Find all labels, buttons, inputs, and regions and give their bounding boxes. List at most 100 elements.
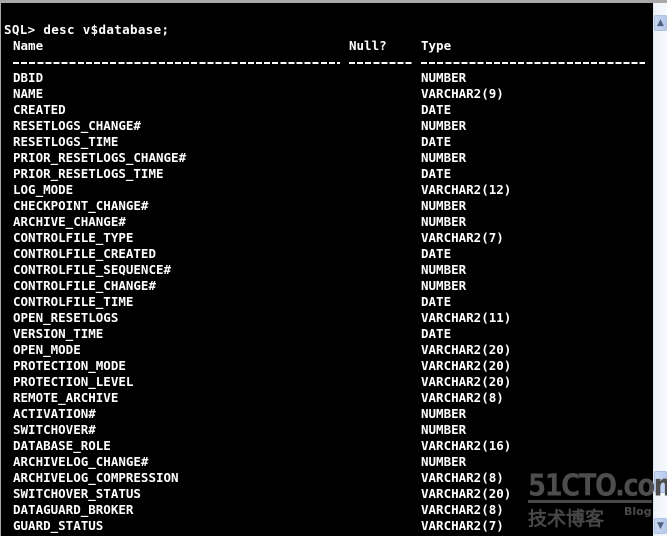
table-row: DATABASE_ROLE VARCHAR2(16): [1, 438, 655, 454]
column-type: NUMBER: [421, 278, 467, 293]
command-text: desc v$database;: [43, 22, 170, 37]
table-row: ARCHIVE_CHANGE# NUMBER: [1, 214, 655, 230]
column-name: GUARD_STATUS: [13, 518, 104, 533]
scroll-down-button[interactable]: ▼: [654, 518, 667, 534]
column-type: VARCHAR2(7): [421, 518, 504, 533]
table-row: PRIOR_RESETLOGS_CHANGE# NUMBER: [1, 150, 655, 166]
column-type: NUMBER: [421, 150, 467, 165]
table-row: PROTECTION_MODE VARCHAR2(20): [1, 358, 655, 374]
chevron-up-icon: ▲: [657, 18, 664, 28]
column-name: CONTROLFILE_SEQUENCE#: [13, 262, 172, 277]
sqlplus-console-window: SQL> desc v$database; Name Null? Type DB…: [0, 0, 667, 536]
column-name: CREATED: [13, 102, 66, 117]
table-row: CONTROLFILE_CHANGE# NUMBER: [1, 278, 655, 294]
column-name: VERSION_TIME: [13, 326, 104, 341]
table-row: PROTECTION_LEVEL VARCHAR2(20): [1, 374, 655, 390]
column-type: VARCHAR2(20): [421, 374, 512, 389]
column-type: VARCHAR2(20): [421, 486, 512, 501]
column-name: ARCHIVE_CHANGE#: [13, 214, 126, 229]
column-type: VARCHAR2(20): [421, 358, 512, 373]
command-line: SQL> desc v$database;: [4, 22, 169, 38]
column-name: NAME: [13, 86, 44, 101]
column-type: NUMBER: [421, 214, 467, 229]
column-type: DATE: [421, 326, 452, 341]
table-row: PRIOR_RESETLOGS_TIME DATE: [1, 166, 655, 182]
table-row: SWITCHOVER# NUMBER: [1, 422, 655, 438]
column-name: REMOTE_ARCHIVE: [13, 390, 119, 405]
table-row: CONTROLFILE_TYPE VARCHAR2(7): [1, 230, 655, 246]
column-name: PRIOR_RESETLOGS_TIME: [13, 166, 164, 181]
sql-prompt: SQL>: [4, 22, 36, 37]
table-row: ARCHIVELOG_CHANGE# NUMBER: [1, 454, 655, 470]
table-row: REMOTE_ARCHIVE VARCHAR2(8): [1, 390, 655, 406]
column-type: VARCHAR2(8): [421, 470, 504, 485]
column-type: DATE: [421, 246, 452, 261]
table-row: CONTROLFILE_SEQUENCE# NUMBER: [1, 262, 655, 278]
chevron-down-icon: ▼: [657, 521, 664, 531]
table-row: ACTIVATION# NUMBER: [1, 406, 655, 422]
column-name: SWITCHOVER#: [13, 422, 96, 437]
column-name: PROTECTION_LEVEL: [13, 374, 134, 389]
column-name: DBID: [13, 70, 44, 85]
column-name: DATAGUARD_BROKER: [13, 502, 134, 517]
column-name: OPEN_RESETLOGS: [13, 310, 119, 325]
vertical-scrollbar[interactable]: ▲ ▼: [653, 3, 667, 536]
column-name: ARCHIVELOG_CHANGE#: [13, 454, 149, 469]
column-name: CONTROLFILE_TYPE: [13, 230, 134, 245]
table-row: OPEN_RESETLOGS VARCHAR2(11): [1, 310, 655, 326]
column-name: SWITCHOVER_STATUS: [13, 486, 141, 501]
table-row: CONTROLFILE_CREATED DATE: [1, 246, 655, 262]
column-type: VARCHAR2(8): [421, 502, 504, 517]
column-name: OPEN_MODE: [13, 342, 81, 357]
column-name: CONTROLFILE_CREATED: [13, 246, 156, 261]
table-row: CREATED DATE: [1, 102, 655, 118]
column-type: VARCHAR2(8): [421, 390, 504, 405]
column-type: DATE: [421, 102, 452, 117]
column-type: NUMBER: [421, 406, 467, 421]
header-type: Type: [421, 38, 452, 53]
table-row: RESETLOGS_TIME DATE: [1, 134, 655, 150]
column-name: CONTROLFILE_TIME: [13, 294, 134, 309]
header-name: Name: [13, 38, 44, 53]
column-type: VARCHAR2(11): [421, 310, 512, 325]
column-type: DATE: [421, 294, 452, 309]
table-row: GUARD_STATUS VARCHAR2(7): [1, 518, 655, 534]
column-type: NUMBER: [421, 198, 467, 213]
column-type: VARCHAR2(7): [421, 230, 504, 245]
separator-name: [13, 62, 340, 64]
column-name: PROTECTION_MODE: [13, 358, 126, 373]
column-name: LOG_MODE: [13, 182, 74, 197]
column-name: ACTIVATION#: [13, 406, 96, 421]
table-row: DBID NUMBER: [1, 70, 655, 86]
column-name: RESETLOGS_TIME: [13, 134, 119, 149]
table-row: DATAGUARD_BROKER VARCHAR2(8): [1, 502, 655, 518]
header-separator-row: [1, 54, 655, 70]
column-type: VARCHAR2(20): [421, 342, 512, 357]
scrollbar-thumb[interactable]: [654, 470, 667, 493]
column-type: NUMBER: [421, 422, 467, 437]
table-row: RESETLOGS_CHANGE# NUMBER: [1, 118, 655, 134]
column-type: DATE: [421, 134, 452, 149]
table-row: OPEN_MODE VARCHAR2(20): [1, 342, 655, 358]
header-null: Null?: [349, 38, 387, 53]
console-output[interactable]: SQL> desc v$database; Name Null? Type DB…: [1, 3, 655, 536]
column-name: CONTROLFILE_CHANGE#: [13, 278, 156, 293]
column-type: VARCHAR2(12): [421, 182, 512, 197]
column-type: VARCHAR2(9): [421, 86, 504, 101]
column-type: VARCHAR2(16): [421, 438, 512, 453]
table-row: SWITCHOVER_STATUS VARCHAR2(20): [1, 486, 655, 502]
column-name: ARCHIVELOG_COMPRESSION: [13, 470, 179, 485]
column-type: DATE: [421, 166, 452, 181]
scroll-up-button[interactable]: ▲: [654, 15, 667, 31]
table-row: LOG_MODE VARCHAR2(12): [1, 182, 655, 198]
column-type: NUMBER: [421, 454, 467, 469]
table-row: VERSION_TIME DATE: [1, 326, 655, 342]
table-row: ARCHIVELOG_COMPRESSION VARCHAR2(8): [1, 470, 655, 486]
column-header-row: Name Null? Type: [1, 38, 655, 54]
column-name: PRIOR_RESETLOGS_CHANGE#: [13, 150, 187, 165]
separator-null: [349, 62, 413, 64]
table-row: NAME VARCHAR2(9): [1, 86, 655, 102]
column-type: NUMBER: [421, 70, 467, 85]
separator-type: [421, 62, 645, 64]
column-name: CHECKPOINT_CHANGE#: [13, 198, 149, 213]
